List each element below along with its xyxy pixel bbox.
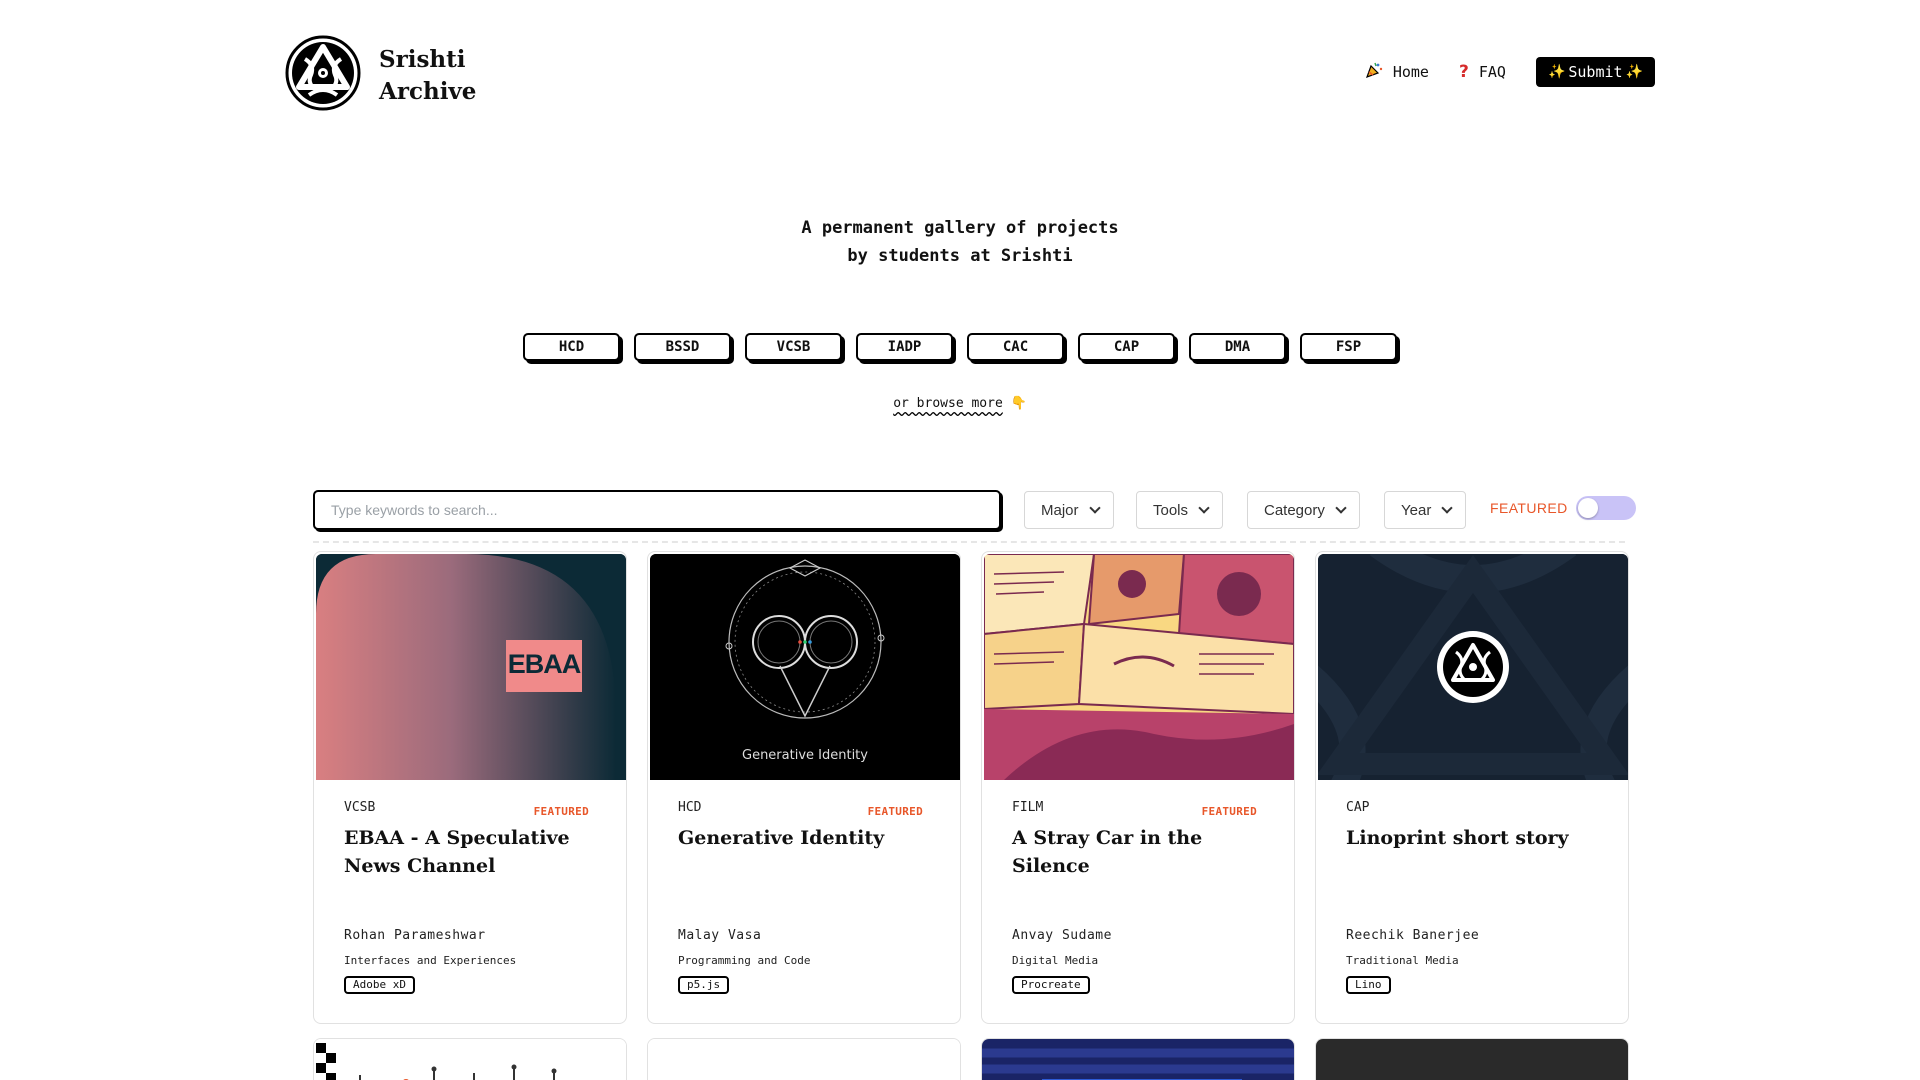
- filter-bar: Major Tools Category Year FEATURED: [313, 490, 1636, 530]
- submit-label: Submit: [1568, 63, 1623, 81]
- chevron-down-icon: [1335, 502, 1347, 514]
- brand-line1: Srishti: [379, 46, 466, 73]
- card-title: Linoprint short story: [1346, 827, 1569, 849]
- year-dropdown-label: Year: [1401, 501, 1432, 519]
- tools-dropdown-label: Tools: [1153, 501, 1189, 519]
- card-tool-tag: Adobe xD: [344, 976, 415, 994]
- card-author: Malay Vasa: [678, 928, 762, 943]
- ebaa-logo-text: EBAA: [507, 649, 582, 679]
- brand-line2: Archive: [379, 78, 477, 105]
- card-category: Digital Media: [1012, 954, 1099, 967]
- project-card[interactable]: CAP Linoprint short story Reechik Banerj…: [1315, 551, 1629, 1024]
- project-card[interactable]: FILM FEATURED A Stray Car in the Silence…: [981, 551, 1295, 1024]
- major-button-dma[interactable]: DMA: [1189, 333, 1286, 361]
- project-thumbnail: [984, 554, 1294, 780]
- card-category: Programming and Code: [678, 954, 811, 967]
- project-card[interactable]: [1315, 1038, 1629, 1080]
- card-major: CAP: [1346, 800, 1370, 815]
- major-button-fsp[interactable]: FSP: [1300, 333, 1397, 361]
- major-button-cac[interactable]: CAC: [967, 333, 1064, 361]
- sparkles-icon: ✨: [1547, 64, 1566, 80]
- toggle-knob: [1577, 498, 1598, 518]
- featured-toggle-group: FEATURED: [1490, 496, 1636, 520]
- card-major: HCD: [678, 800, 702, 815]
- nav-faq-label: FAQ: [1478, 63, 1506, 81]
- site-brand-title[interactable]: Srishti Archive: [379, 44, 476, 108]
- project-card[interactable]: EBAA VCSB FEATURED EBAA - A Speculative …: [313, 551, 627, 1024]
- major-button-hcd[interactable]: HCD: [523, 333, 620, 361]
- major-dropdown[interactable]: Major: [1024, 491, 1114, 529]
- card-category: Interfaces and Experiences: [344, 954, 517, 967]
- card-author: Reechik Banerjee: [1346, 928, 1480, 943]
- project-card[interactable]: [981, 1038, 1295, 1080]
- site-header: Srishti Archive Home ? FAQ ✨ Submit ✨: [285, 35, 1655, 115]
- srishti-archive-logo-icon[interactable]: [285, 35, 361, 111]
- project-card[interactable]: Generative Identity HCD FEATURED Generat…: [647, 551, 961, 1024]
- card-featured-badge: FEATURED: [1201, 805, 1257, 818]
- hero-tagline: A permanent gallery of projects by stude…: [0, 214, 1920, 270]
- card-featured-badge: FEATURED: [867, 805, 923, 818]
- question-mark-icon: ?: [1458, 62, 1469, 82]
- project-thumbnail: Generative Identity: [650, 554, 960, 780]
- project-thumbnail: [648, 1039, 960, 1080]
- chevron-down-icon: [1088, 502, 1101, 514]
- project-card[interactable]: [647, 1038, 961, 1080]
- project-thumbnail: EBAA: [316, 554, 626, 780]
- card-major: FILM: [1012, 800, 1044, 815]
- browse-more-label: or browse more: [893, 396, 1003, 411]
- submit-button[interactable]: ✨ Submit ✨: [1535, 57, 1655, 87]
- major-dropdown-label: Major: [1041, 501, 1079, 519]
- card-title: EBAA - A Speculative News Channel: [344, 827, 570, 877]
- top-nav: Home ? FAQ ✨ Submit ✨: [1365, 57, 1655, 87]
- category-dropdown[interactable]: Category: [1247, 491, 1360, 529]
- generative-identity-image-caption: Generative Identity: [742, 748, 868, 763]
- tools-dropdown[interactable]: Tools: [1136, 491, 1224, 529]
- major-button-bssd[interactable]: BSSD: [634, 333, 731, 361]
- chevron-down-icon: [1441, 502, 1453, 514]
- party-horn-icon: [1365, 61, 1383, 84]
- card-author: Anvay Sudame: [1012, 928, 1112, 943]
- browse-more-link[interactable]: or browse more 👇: [0, 396, 1920, 411]
- sparkles-icon: ✨: [1625, 64, 1643, 80]
- card-title: A Stray Car in the Silence: [1012, 827, 1203, 877]
- nav-home-link[interactable]: Home: [1365, 61, 1429, 84]
- featured-toggle-label: FEATURED: [1490, 500, 1568, 516]
- card-tool-tag: Lino: [1346, 976, 1391, 994]
- project-thumbnail: [1316, 1039, 1628, 1080]
- category-dropdown-label: Category: [1264, 501, 1325, 519]
- card-category: Traditional Media: [1346, 954, 1459, 967]
- major-button-iadp[interactable]: IADP: [856, 333, 953, 361]
- major-button-vcsb[interactable]: VCSB: [745, 333, 842, 361]
- nav-faq-link[interactable]: ? FAQ: [1459, 62, 1506, 82]
- project-card[interactable]: [313, 1038, 627, 1080]
- tagline-line2: by students at Srishti: [847, 246, 1073, 266]
- card-major: VCSB: [344, 800, 376, 815]
- card-title: Generative Identity: [678, 827, 885, 849]
- major-buttons: HCD BSSD VCSB IADP CAC CAP DMA FSP: [0, 333, 1920, 361]
- year-dropdown[interactable]: Year: [1384, 491, 1467, 529]
- card-author: Rohan Parameshwar: [344, 928, 486, 943]
- project-thumbnail: [314, 1039, 626, 1080]
- project-thumbnail: [982, 1039, 1294, 1080]
- chevron-down-icon: [1198, 502, 1210, 514]
- card-tool-tag: p5.js: [678, 976, 730, 994]
- card-tool-tag: Procreate: [1012, 976, 1090, 994]
- card-featured-badge: FEATURED: [533, 805, 589, 818]
- major-button-cap[interactable]: CAP: [1078, 333, 1175, 361]
- filter-divider: [313, 541, 1625, 543]
- search-input[interactable]: [313, 490, 1001, 530]
- tagline-line1: A permanent gallery of projects: [801, 218, 1119, 238]
- project-thumbnail: [1318, 554, 1628, 780]
- nav-home-label: Home: [1392, 63, 1429, 81]
- pointing-down-hand-icon: 👇: [1010, 396, 1027, 411]
- featured-toggle[interactable]: [1575, 496, 1636, 520]
